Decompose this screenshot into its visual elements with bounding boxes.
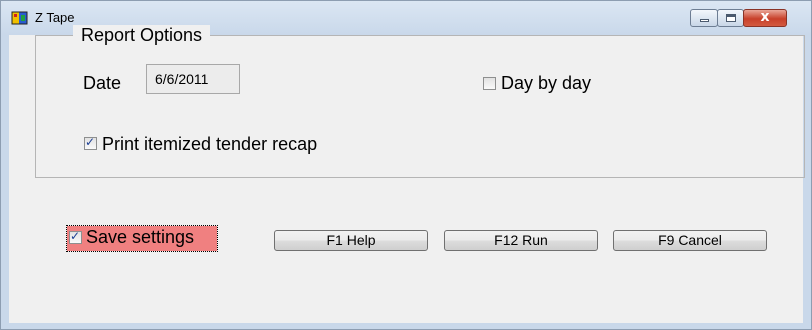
minimize-icon [700, 19, 709, 22]
run-button[interactable]: F12 Run [444, 230, 598, 251]
cancel-button[interactable]: F9 Cancel [613, 230, 767, 251]
minimize-button[interactable] [690, 9, 718, 27]
print-itemized-label[interactable]: Print itemized tender recap [102, 134, 317, 155]
save-settings-label[interactable]: Save settings [86, 227, 194, 248]
maximize-button[interactable] [717, 9, 744, 27]
help-button[interactable]: F1 Help [274, 230, 428, 251]
date-field[interactable] [146, 64, 240, 94]
day-by-day-label[interactable]: Day by day [501, 73, 591, 94]
app-icon [11, 11, 28, 25]
report-options-title: Report Options [73, 25, 211, 46]
day-by-day-checkbox[interactable] [483, 77, 496, 90]
print-itemized-checkbox[interactable] [84, 135, 97, 150]
window-title: Z Tape [35, 10, 75, 25]
close-icon: x [760, 9, 770, 25]
z-tape-window: Z Tape x Report Options Date Day by day … [0, 0, 812, 330]
maximize-icon [726, 14, 736, 22]
report-options-group [35, 35, 805, 178]
save-settings-checkbox[interactable] [69, 229, 82, 244]
date-label: Date [83, 73, 122, 93]
close-button[interactable]: x [743, 9, 787, 27]
